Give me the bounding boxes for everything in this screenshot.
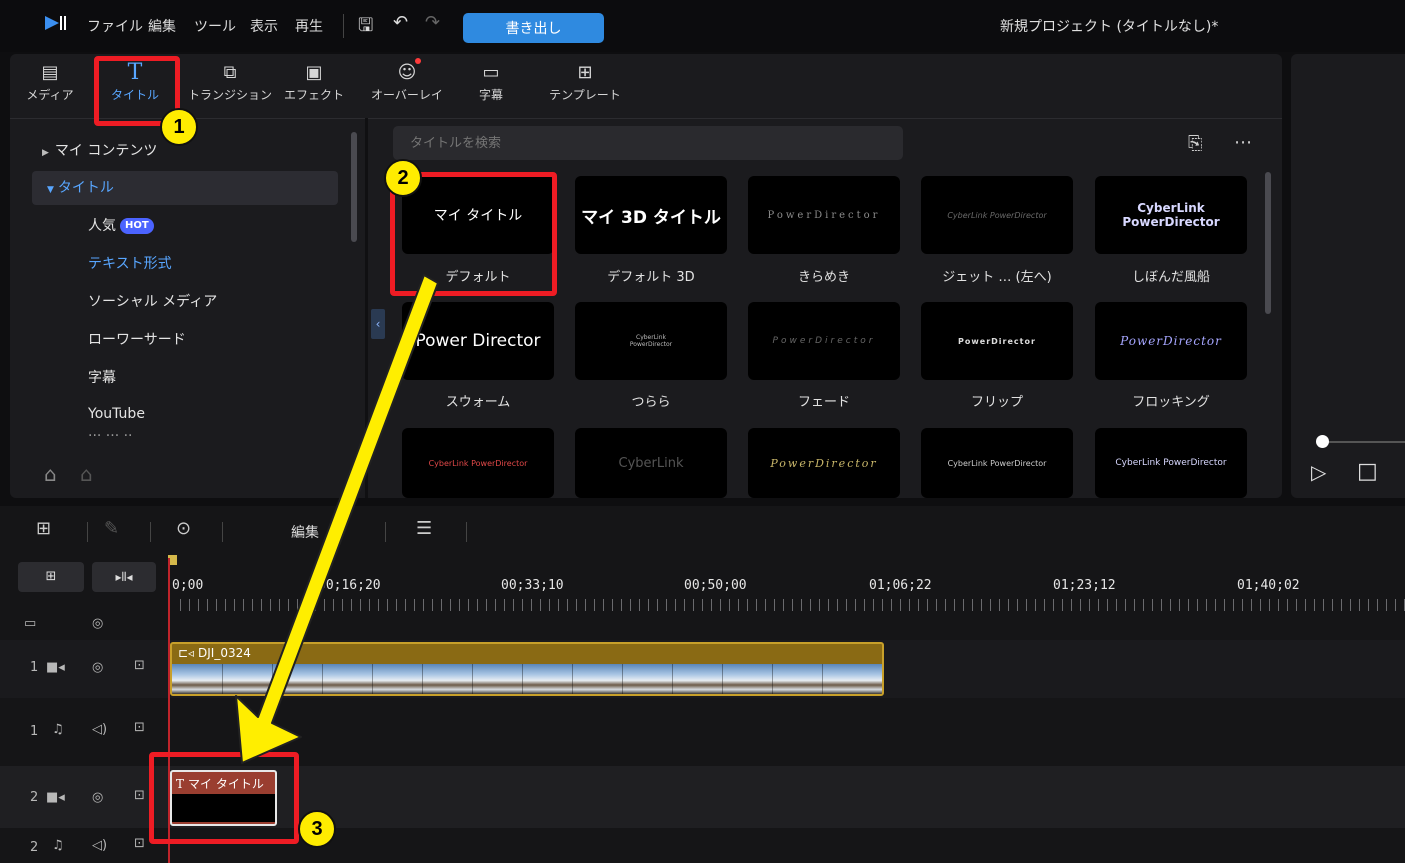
step-badge-3: 3 — [298, 810, 336, 848]
step-badge-1: 1 — [160, 108, 198, 146]
drag-arrow — [235, 274, 439, 764]
step-badge-2: 2 — [384, 159, 422, 197]
